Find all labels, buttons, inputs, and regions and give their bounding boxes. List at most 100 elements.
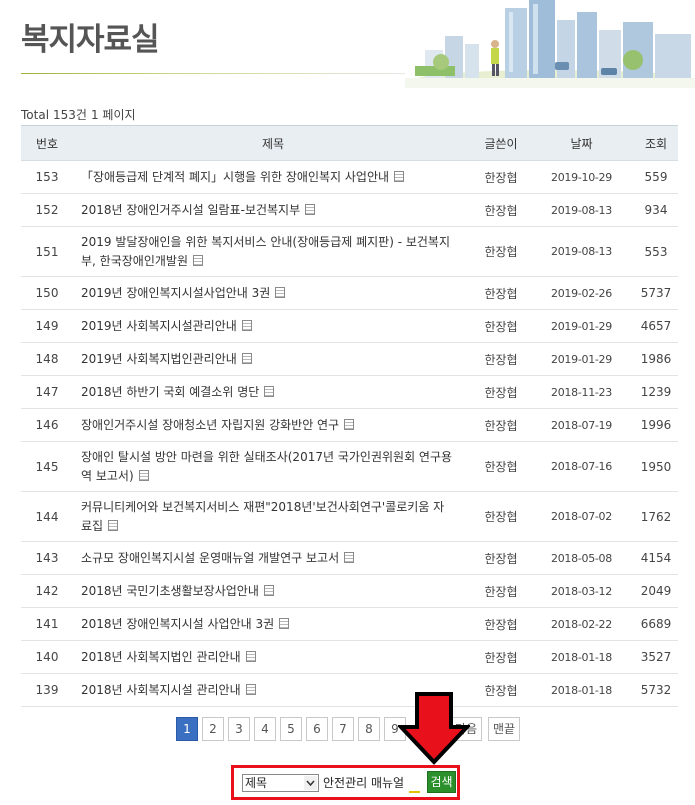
row-views: 553 [634, 226, 678, 277]
row-author: 한장협 [473, 309, 529, 343]
row-title-cell: 2019년 사회복지법인관리안내 [73, 342, 473, 376]
row-title-link[interactable]: 2018년 국민기초생활보장사업안내 [81, 584, 259, 598]
row-title-link[interactable]: 커뮤니티케어와 보건복지서비스 재편"2018년'보건사회연구'콜로키움 자료집 [81, 500, 444, 533]
table-row: 149 2019년 사회복지시설관리안내 한장협 2019-01-29 4657 [21, 309, 678, 343]
row-views: 559 [634, 160, 678, 194]
search-field-select[interactable]: 제목 [242, 774, 319, 792]
row-title-link[interactable]: 2018년 장애인거주시설 일람표-보건복지부 [81, 203, 300, 217]
row-author: 한장협 [473, 226, 529, 277]
file-icon [108, 519, 119, 531]
row-title-link[interactable]: 「장애등급제 단계적 폐지」시행을 위한 장애인복지 사업안내 [81, 170, 389, 184]
row-number: 149 [21, 309, 73, 343]
row-date: 2018-01-18 [529, 640, 634, 674]
row-date: 2019-08-13 [529, 193, 634, 227]
row-author: 한장협 [473, 375, 529, 409]
row-date: 2019-08-13 [529, 226, 634, 277]
row-date: 2018-02-22 [529, 607, 634, 641]
row-views: 5732 [634, 673, 678, 707]
row-author: 한장협 [473, 673, 529, 707]
page-title: 복지자료실 [21, 22, 160, 58]
page-link-5[interactable]: 5 [280, 717, 302, 741]
row-number: 148 [21, 342, 73, 376]
header-date: 날짜 [529, 125, 634, 161]
row-date: 2018-05-08 [529, 541, 634, 575]
row-title-cell: 2018년 사회복지법인 관리안내 [73, 640, 473, 674]
row-title-cell: 장애인거주시설 장애청소년 자립지원 강화반안 연구 [73, 408, 473, 442]
row-title-cell: 2019 발달장애인을 위한 복지서비스 안내(장애등급제 폐지판) - 보건복… [73, 226, 473, 277]
row-number: 145 [21, 441, 73, 492]
row-author: 한장협 [473, 408, 529, 442]
page-link-2[interactable]: 2 [202, 717, 224, 741]
table-row: 142 2018년 국민기초생활보장사업안내 한장협 2018-03-12 2049 [21, 574, 678, 608]
page-info: 1 페이지 [90, 108, 136, 122]
row-author: 한장협 [473, 541, 529, 575]
page-link-7[interactable]: 7 [332, 717, 354, 741]
file-icon [275, 286, 286, 298]
file-icon [193, 254, 203, 266]
row-date: 2019-02-26 [529, 276, 634, 310]
table-row: 150 2019년 장애인복지시설사업안내 3권 한장협 2019-02-26 5737 [21, 276, 678, 310]
page-link-3[interactable]: 3 [228, 717, 250, 741]
row-title-link[interactable]: 2019 발달장애인을 위한 복지서비스 안내(장애등급제 폐지판) - 보건복… [81, 235, 450, 268]
row-date: 2018-07-16 [529, 441, 634, 492]
row-number: 153 [21, 160, 73, 194]
row-number: 150 [21, 276, 73, 310]
row-views: 934 [634, 193, 678, 227]
table-row: 140 2018년 사회복지법인 관리안내 한장협 2018-01-18 3527 [21, 640, 678, 674]
row-views: 1996 [634, 408, 678, 442]
row-author: 한장협 [473, 441, 529, 492]
table-row: 144 커뮤니티케어와 보건복지서비스 재편"2018년'보건사회연구'콜로키움 … [21, 491, 678, 542]
row-views: 1762 [634, 491, 678, 542]
file-icon [279, 617, 290, 629]
header-views: 조회 [634, 125, 678, 161]
header-title: 제목 [73, 125, 473, 161]
title-underline [21, 73, 411, 74]
row-title-cell: 2018년 장애인거주시설 일람표-보건복지부 [73, 193, 473, 227]
row-number: 152 [21, 193, 73, 227]
row-title-link[interactable]: 소규모 장애인복지시설 운영매뉴얼 개발연구 보고서 [81, 551, 339, 565]
file-icon [394, 170, 405, 182]
row-title-link[interactable]: 2019년 사회복지법인관리안내 [81, 352, 237, 366]
row-views: 5737 [634, 276, 678, 310]
total-label: Total [21, 108, 50, 122]
row-author: 한장협 [473, 342, 529, 376]
row-title-link[interactable]: 2018년 사회복지시설 관리안내 [81, 683, 241, 697]
row-author: 한장협 [473, 160, 529, 194]
search-input[interactable]: 안전관리 매뉴얼 [323, 774, 423, 792]
page-link-8[interactable]: 8 [358, 717, 380, 741]
row-date: 2019-10-29 [529, 160, 634, 194]
page-link-6[interactable]: 6 [306, 717, 328, 741]
row-title-link[interactable]: 2019년 사회복지시설관리안내 [81, 319, 237, 333]
row-number: 151 [21, 226, 73, 277]
file-icon [344, 418, 355, 430]
header-number: 번호 [21, 125, 73, 161]
row-title-cell: 2018년 장애인복지시설 사업안내 3권 [73, 607, 473, 641]
last-page-link[interactable]: 맨끝 [488, 717, 520, 741]
page-link-4[interactable]: 4 [254, 717, 276, 741]
row-title-link[interactable]: 2019년 장애인복지시설사업안내 3권 [81, 286, 270, 300]
file-icon [241, 319, 252, 331]
search-field-selected: 제목 [245, 776, 268, 790]
table-row: 147 2018년 하반기 국회 예결소위 명단 한장협 2018-11-23 1239 [21, 375, 678, 409]
row-title-link[interactable]: 장애인거주시설 장애청소년 자립지원 강화반안 연구 [81, 418, 339, 432]
row-title-link[interactable]: 2018년 장애인복지시설 사업안내 3권 [81, 617, 274, 631]
row-views: 6689 [634, 607, 678, 641]
row-number: 143 [21, 541, 73, 575]
header-author: 글쓴이 [473, 125, 529, 161]
row-title-link[interactable]: 2018년 하반기 국회 예결소위 명단 [81, 385, 259, 399]
red-arrow-down-icon [398, 692, 470, 765]
row-title-cell: 2019년 장애인복지시설사업안내 3권 [73, 276, 473, 310]
page-link-1[interactable]: 1 [176, 717, 198, 741]
search-button[interactable]: 검색 [427, 771, 456, 793]
table-row: 148 2019년 사회복지법인관리안내 한장협 2019-01-29 1986 [21, 342, 678, 376]
table-header-row: 번호 제목 글쓴이 날짜 조회 [21, 125, 678, 161]
row-title-link[interactable]: 장애인 탈시설 방안 마련을 위한 실태조사(2017년 국가인권위원회 연구용… [81, 450, 452, 483]
table-row: 146 장애인거주시설 장애청소년 자립지원 강화반안 연구 한장협 2018-07-… [21, 408, 678, 442]
table-row: 151 2019 발달장애인을 위한 복지서비스 안내(장애등급제 폐지판) - … [21, 226, 678, 277]
row-author: 한장협 [473, 640, 529, 674]
row-date: 2018-11-23 [529, 375, 634, 409]
row-author: 한장협 [473, 607, 529, 641]
row-title-link[interactable]: 2018년 사회복지법인 관리안내 [81, 650, 241, 664]
row-number: 144 [21, 491, 73, 542]
row-number: 140 [21, 640, 73, 674]
